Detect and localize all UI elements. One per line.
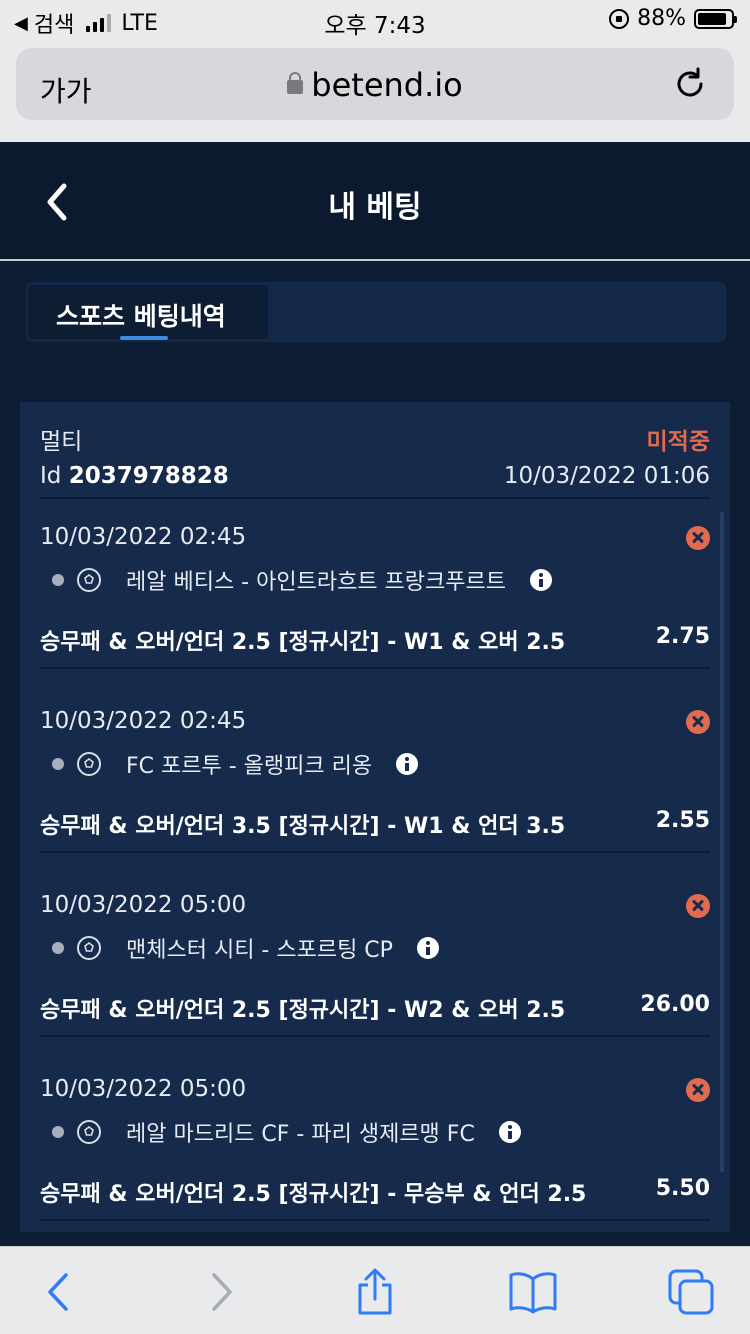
tab-sports-bet-history[interactable]: 스포츠 베팅내역 bbox=[28, 285, 268, 340]
browser-address-area: 가가 betend.io bbox=[0, 40, 750, 142]
selection-odds: 5.50 bbox=[655, 1176, 710, 1201]
browser-toolbar bbox=[0, 1246, 750, 1334]
selection-divider bbox=[40, 1219, 710, 1221]
selection-item: 10/03/2022 05:00 맨체스터 시티 - 스포르팅 CP 승무패 &… bbox=[40, 868, 710, 1052]
bet-id-value: 2037978828 bbox=[68, 463, 229, 489]
bet-id: Id 2037978828 bbox=[40, 463, 229, 489]
status-bar: ◀ 검색 LTE 오후 7:43 88% bbox=[0, 0, 750, 40]
selection-market: 승무패 & 오버/언더 2.5 [정규시간] - 무승부 & 언더 2.5 bbox=[40, 1182, 587, 1207]
battery-percent: 88% bbox=[637, 6, 686, 31]
info-icon[interactable] bbox=[396, 753, 419, 775]
status-right: 88% bbox=[609, 6, 737, 31]
selection-item: 10/03/2022 02:45 FC 포르투 - 올랭피크 리옹 승무패 & … bbox=[40, 684, 710, 868]
info-icon[interactable] bbox=[416, 937, 439, 959]
tab-active-indicator bbox=[120, 336, 168, 340]
lost-icon bbox=[686, 526, 710, 550]
browser-forward-icon[interactable] bbox=[196, 1267, 246, 1317]
match-name: 맨체스터 시티 - 스포르팅 CP bbox=[126, 938, 393, 963]
selection-item: 10/03/2022 05:00 레알 마드리드 CF - 파리 생제르맹 FC… bbox=[40, 1052, 710, 1232]
tab-bar: 스포츠 베팅내역 bbox=[26, 282, 726, 342]
lock-icon bbox=[287, 72, 304, 94]
soccer-ball-icon bbox=[77, 568, 101, 592]
selection-date: 10/03/2022 02:45 bbox=[40, 524, 247, 550]
reload-icon[interactable] bbox=[670, 64, 710, 104]
selection-odds: 2.75 bbox=[655, 624, 710, 649]
match-name: 레알 베티스 - 아인트라흐트 프랑크푸르트 bbox=[126, 570, 506, 595]
battery-icon bbox=[694, 8, 737, 29]
share-icon[interactable] bbox=[350, 1267, 400, 1317]
selection-odds: 2.55 bbox=[655, 808, 710, 833]
selection-item: 10/03/2022 02:45 레알 베티스 - 아인트라흐트 프랑크푸르트 … bbox=[40, 500, 710, 684]
soccer-ball-icon bbox=[77, 752, 101, 776]
bet-status-badge: 미적중 bbox=[646, 429, 710, 455]
selection-divider bbox=[40, 1035, 710, 1037]
tab-label: 스포츠 베팅내역 bbox=[56, 302, 226, 331]
lost-icon bbox=[686, 1078, 710, 1102]
status-dot-icon bbox=[52, 1126, 64, 1138]
selection-odds: 26.00 bbox=[640, 992, 710, 1017]
browser-back-icon[interactable] bbox=[34, 1267, 84, 1317]
match-name: 레알 마드리드 CF - 파리 생제르맹 FC bbox=[126, 1122, 475, 1147]
bet-card: 멀티 미적중 Id 2037978828 10/03/2022 01:06 10… bbox=[20, 402, 730, 1232]
match-name: FC 포르투 - 올랭피크 리옹 bbox=[126, 754, 373, 779]
status-dot-icon bbox=[52, 574, 64, 586]
lost-icon bbox=[686, 894, 710, 918]
soccer-ball-icon bbox=[77, 936, 101, 960]
page-title: 내 베팅 bbox=[328, 190, 422, 225]
bookmarks-icon[interactable] bbox=[508, 1267, 558, 1317]
selection-date: 10/03/2022 05:00 bbox=[40, 1076, 247, 1102]
bet-id-prefix: Id bbox=[40, 463, 62, 489]
bet-placed-date: 10/03/2022 01:06 bbox=[503, 463, 710, 489]
url-text: betend.io bbox=[311, 66, 463, 104]
status-dot-icon bbox=[52, 942, 64, 954]
selection-market: 승무패 & 오버/언더 2.5 [정규시간] - W1 & 오버 2.5 bbox=[40, 630, 566, 655]
lost-icon bbox=[686, 710, 710, 734]
info-icon[interactable] bbox=[530, 569, 552, 591]
selection-match: FC 포르투 - 올랭피크 리옹 bbox=[52, 748, 419, 780]
info-icon[interactable] bbox=[498, 1121, 521, 1143]
scrollbar[interactable] bbox=[720, 512, 724, 1172]
address-bar[interactable]: 가가 betend.io bbox=[16, 48, 734, 120]
status-dot-icon bbox=[52, 758, 64, 770]
rotation-lock-icon bbox=[609, 8, 630, 29]
selection-match: 레알 베티스 - 아인트라흐트 프랑크푸르트 bbox=[52, 564, 552, 596]
url-field[interactable]: betend.io bbox=[16, 66, 734, 104]
tabs-icon[interactable] bbox=[666, 1267, 716, 1317]
selection-date: 10/03/2022 02:45 bbox=[40, 708, 247, 734]
selection-market: 승무패 & 오버/언더 2.5 [정규시간] - W2 & 오버 2.5 bbox=[40, 998, 566, 1023]
selection-match: 맨체스터 시티 - 스포르팅 CP bbox=[52, 932, 439, 964]
app-header: 내 베팅 bbox=[0, 142, 750, 261]
soccer-ball-icon bbox=[77, 1120, 101, 1144]
bet-type: 멀티 bbox=[40, 429, 83, 455]
selection-divider bbox=[40, 667, 710, 669]
selection-date: 10/03/2022 05:00 bbox=[40, 892, 247, 918]
card-divider bbox=[40, 497, 710, 499]
selection-divider bbox=[40, 851, 710, 853]
selection-market: 승무패 & 오버/언더 3.5 [정규시간] - W1 & 언더 3.5 bbox=[40, 814, 566, 839]
selection-match: 레알 마드리드 CF - 파리 생제르맹 FC bbox=[52, 1116, 521, 1148]
battery-fill bbox=[698, 12, 727, 25]
